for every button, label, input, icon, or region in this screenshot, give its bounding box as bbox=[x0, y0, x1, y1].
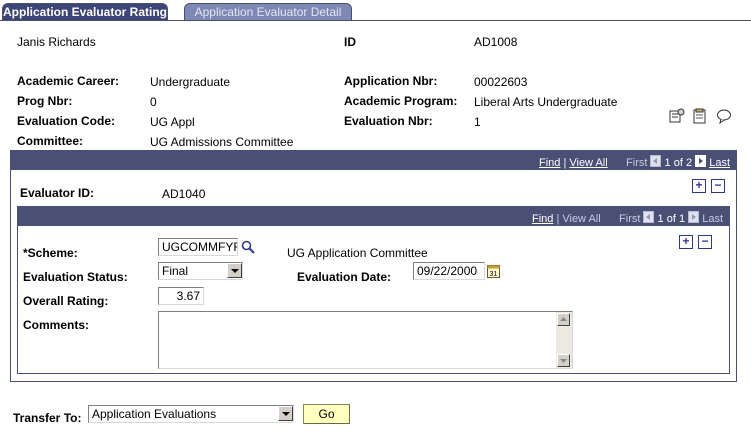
worklist-icon[interactable] bbox=[669, 108, 685, 124]
transfer-to-select[interactable]: Application Evaluations bbox=[88, 405, 294, 423]
prog-nbr-value: 0 bbox=[150, 95, 157, 109]
id-value: AD1008 bbox=[474, 35, 518, 49]
committee-label: Committee: bbox=[17, 134, 84, 148]
scheme-description: UG Application Committee bbox=[287, 246, 428, 260]
scheme-nav: Find | View All First 1 of 1 Last bbox=[532, 211, 723, 225]
evaluation-status-label: Evaluation Status: bbox=[23, 270, 128, 284]
find-link[interactable]: Find bbox=[532, 213, 553, 225]
evaluation-nbr-label: Evaluation Nbr: bbox=[344, 114, 433, 128]
tab-application-evaluator-detail[interactable]: Application Evaluator Detail bbox=[184, 3, 352, 21]
transfer-to-label: Transfer To: bbox=[13, 411, 82, 425]
add-row-button[interactable]: + bbox=[692, 179, 706, 193]
add-row-button[interactable]: + bbox=[679, 235, 693, 249]
evaluation-date-input[interactable]: 09/22/2000 bbox=[413, 262, 485, 280]
comment-bubble-icon[interactable] bbox=[716, 108, 732, 125]
scheme-input[interactable]: UGCOMMFYR bbox=[158, 238, 238, 256]
next-row-icon[interactable] bbox=[695, 155, 707, 167]
scheme-section: Find | View All First 1 of 1 Last + − *S… bbox=[17, 206, 730, 374]
previous-row-icon bbox=[643, 211, 655, 223]
overall-rating-label: Overall Rating: bbox=[23, 294, 109, 308]
application-nbr-label: Application Nbr: bbox=[344, 74, 438, 88]
academic-career-value: Undergraduate bbox=[150, 75, 231, 89]
academic-career-label: Academic Career: bbox=[17, 74, 120, 88]
academic-program-label: Academic Program: bbox=[344, 94, 458, 108]
id-label: ID bbox=[344, 35, 356, 49]
overall-rating-input[interactable]: 3.67 bbox=[158, 287, 204, 305]
search-icon[interactable] bbox=[240, 239, 256, 255]
evaluation-code-label: Evaluation Code: bbox=[17, 114, 116, 128]
svg-text:31: 31 bbox=[490, 271, 498, 278]
evaluation-nbr-value: 1 bbox=[474, 115, 481, 129]
scheme-label: *Scheme: bbox=[23, 246, 78, 260]
next-row-icon bbox=[688, 211, 700, 223]
first-label: First bbox=[626, 157, 648, 169]
go-button[interactable]: Go bbox=[303, 404, 350, 424]
comments-scrollbar[interactable] bbox=[556, 312, 572, 368]
evaluation-status-value: Final bbox=[162, 264, 189, 278]
scroll-down-icon[interactable] bbox=[557, 354, 570, 367]
view-all-label: View All bbox=[562, 213, 601, 225]
row-count: 1 of 2 bbox=[664, 157, 693, 169]
find-link[interactable]: Find bbox=[539, 157, 560, 169]
evaluator-id-label: Evaluator ID: bbox=[20, 186, 95, 200]
delete-row-button[interactable]: − bbox=[711, 179, 725, 193]
comments-label: Comments: bbox=[23, 318, 90, 332]
application-nbr-value: 00022603 bbox=[474, 75, 528, 89]
row-count: 1 of 1 bbox=[657, 213, 686, 225]
chevron-down-icon[interactable] bbox=[278, 406, 293, 421]
evaluator-nav: Find | View All First 1 of 2 Last bbox=[539, 155, 730, 169]
academic-program-value: Liberal Arts Undergraduate bbox=[474, 95, 618, 109]
committee-value: UG Admissions Committee bbox=[150, 135, 294, 149]
nav-separator: | bbox=[563, 157, 567, 169]
tab-bar-divider bbox=[0, 20, 751, 21]
nav-separator: | bbox=[556, 213, 560, 225]
comments-textarea[interactable] bbox=[158, 311, 573, 369]
transfer-to-value: Application Evaluations bbox=[92, 407, 217, 421]
last-label: Last bbox=[702, 213, 723, 225]
scroll-up-icon[interactable] bbox=[557, 313, 570, 326]
tab-application-evaluator-rating[interactable]: Application Evaluator Rating bbox=[2, 3, 168, 21]
prog-nbr-label: Prog Nbr: bbox=[17, 94, 73, 108]
notepad-icon[interactable] bbox=[692, 108, 708, 124]
chevron-down-icon[interactable] bbox=[227, 263, 242, 278]
student-name: Janis Richards bbox=[17, 35, 96, 49]
last-link[interactable]: Last bbox=[709, 157, 730, 169]
first-label: First bbox=[619, 213, 641, 225]
evaluator-section: Find | View All First 1 of 2 Last + − Ev… bbox=[10, 150, 737, 382]
delete-row-button[interactable]: − bbox=[698, 235, 712, 249]
calendar-icon[interactable]: 31 bbox=[487, 264, 500, 278]
evaluator-id-value: AD1040 bbox=[162, 187, 206, 201]
evaluation-code-value: UG Appl bbox=[150, 115, 195, 129]
evaluation-date-label: Evaluation Date: bbox=[297, 270, 392, 284]
previous-row-icon bbox=[650, 155, 662, 167]
view-all-link[interactable]: View All bbox=[569, 157, 607, 169]
